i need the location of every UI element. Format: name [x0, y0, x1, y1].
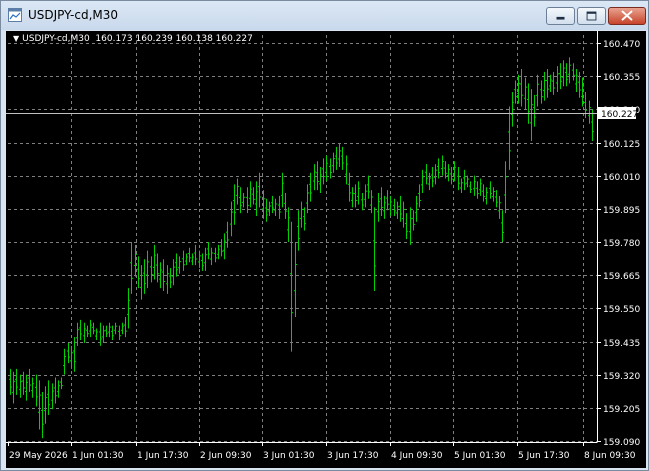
maximize-icon [586, 11, 597, 21]
y-tick-label: 159.205 [603, 405, 640, 415]
x-tick-label: 5 Jun 17:30 [518, 451, 570, 461]
bid-price-label: 160.227 [601, 110, 638, 120]
y-tick-label: 159.320 [603, 372, 640, 382]
minimize-button[interactable] [546, 7, 575, 25]
window-title: USDJPY-cd,M30 [28, 8, 119, 22]
y-tick-label: 159.665 [603, 272, 640, 282]
price-chart-canvas[interactable]: 160.470160.355160.240160.125160.010159.8… [6, 31, 646, 468]
y-tick-label: 159.895 [603, 206, 640, 216]
price-chart[interactable]: 160.470160.355160.240160.125160.010159.8… [6, 31, 646, 468]
y-tick-label: 160.125 [603, 140, 640, 150]
chart-window-icon [8, 8, 22, 22]
maximize-button[interactable] [577, 7, 606, 25]
x-tick-label: 3 Jun 17:30 [327, 451, 379, 461]
y-tick-label: 159.435 [603, 339, 640, 349]
minimize-icon [556, 16, 565, 20]
x-tick-label: 8 Jun 09:30 [584, 451, 636, 461]
x-tick-label: 3 Jun 01:30 [263, 451, 315, 461]
chart-window: USDJPY-cd,M30 160.470160.355160.240160.1… [0, 0, 649, 471]
chart-ohlc-values: 160.173 160.239 160.138 160.227 [95, 34, 253, 44]
y-tick-label: 160.470 [603, 40, 640, 50]
chart-menu-arrow-icon[interactable]: ▼ [13, 34, 19, 43]
x-tick-label: 5 Jun 01:30 [454, 451, 506, 461]
title-bar[interactable]: USDJPY-cd,M30 [1, 1, 648, 30]
x-tick-label: 29 May 2026 [9, 451, 68, 461]
close-button[interactable] [608, 7, 646, 25]
chart-symbol: USDJPY-cd,M30 [22, 34, 90, 44]
close-icon [621, 10, 633, 21]
y-tick-label: 160.010 [603, 173, 640, 183]
x-tick-label: 4 Jun 09:30 [391, 451, 443, 461]
x-tick-label: 1 Jun 01:30 [72, 451, 124, 461]
x-tick-label: 1 Jun 17:30 [137, 451, 189, 461]
x-tick-label: 2 Jun 09:30 [200, 451, 252, 461]
y-tick-label: 160.355 [603, 73, 640, 83]
y-tick-label: 159.550 [603, 305, 640, 315]
y-tick-label: 159.090 [603, 438, 640, 448]
chart-info-line: ▼ USDJPY-cd,M30 160.173 160.239 160.138 1… [13, 34, 253, 44]
y-tick-label: 159.780 [603, 239, 640, 249]
